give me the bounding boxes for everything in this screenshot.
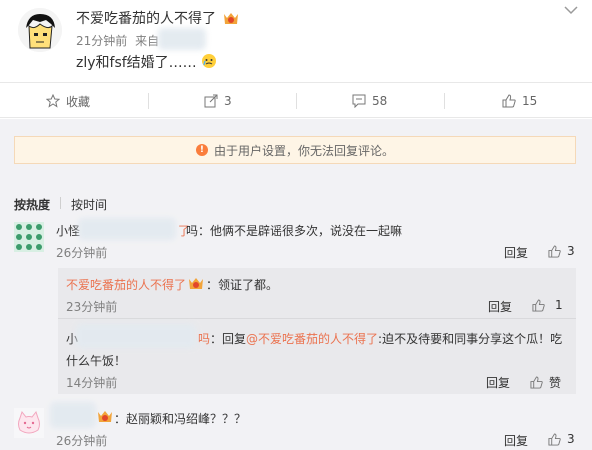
repost-button[interactable]: 3 [204,83,232,119]
post-source-prefix: 来自 [135,34,160,48]
thumbs-up-icon [548,432,561,446]
author-name-row: 不爱吃番茄的人不得了 [76,8,240,28]
author-name[interactable]: 不爱吃番茄的人不得了 [76,11,216,27]
thumbs-up-icon [532,298,545,312]
comment-1-time: 26分钟前 [56,246,108,260]
repost-icon [204,94,218,108]
like-count: 15 [522,94,538,108]
action-bar: 收藏 3 58 15 [0,82,592,118]
sort-divider [60,197,61,209]
comment-1-text: 吗：他俩不是辟谣很多次，说没在一起嘛 [186,224,403,238]
thumbs-up-icon [530,376,543,389]
reply-2-text-line1: :迫不及待要和同事分享这个瓜！吃 [378,332,563,346]
star-icon [46,94,60,108]
pattern-avatar-icon [14,222,44,252]
reply-2-line1: 吗：回复@不爱吃番茄的人不得了:迫不及待要和同事分享这个瓜！吃 [198,330,562,347]
post-text: zly和fsf结婚了…… [76,55,197,71]
comment-2-text: ：赵丽颖和冯绍峰？？？ [114,412,247,426]
cartoon-face-avatar [18,8,62,52]
comment-count: 58 [372,94,388,108]
reply-1-time: 23分钟前 [66,300,118,314]
collect-button[interactable]: 收藏 [46,83,90,119]
author-avatar[interactable] [18,8,62,52]
comment-2-reply-button[interactable]: 回复 [504,432,528,449]
chevron-down-icon[interactable] [564,0,578,19]
sort-by-hot-tab[interactable]: 按热度 [14,196,50,213]
crying-emoji-icon [201,53,217,73]
comment-1-reply-button[interactable]: 回复 [504,244,528,261]
reply-2-name-tail[interactable]: 吗 [198,332,210,346]
vip-badge-icon [187,277,205,294]
post-meta: 21分钟前 来自 [76,32,159,49]
comment-2-like-button[interactable]: 3 [548,432,575,446]
reply-2-prefix: ：回复 [210,332,247,346]
post-text-row: zly和fsf结婚了…… [76,52,217,73]
reply-1-reply-button[interactable]: 回复 [488,298,512,315]
reply-1-like-button[interactable]: 1 [532,298,563,312]
like-button[interactable]: 15 [502,83,537,119]
vip-badge-icon [96,410,114,427]
notice-text: 由于用户设置，你无法回复评论。 [213,143,394,158]
commenter-avatar[interactable] [14,408,44,438]
reply-divider [58,318,576,319]
comment-1-like-count: 3 [567,244,575,258]
reply-2-like-button[interactable]: 赞 [530,374,561,391]
reply-2-like-label: 赞 [549,376,562,390]
reply-2-reply-button[interactable]: 回复 [486,374,510,391]
comment-2-like-count: 3 [567,432,575,446]
repost-count: 3 [224,94,232,108]
comment-icon [352,94,366,108]
comment-button[interactable]: 58 [352,83,387,119]
reply-2-time: 14分钟前 [66,376,118,390]
comment-2-time: 26分钟前 [56,434,108,448]
commenter-avatar[interactable] [14,222,44,252]
reply-1-name[interactable]: 不爱吃番茄的人不得了 [66,278,186,292]
blurred-username [50,402,96,428]
comment-1-like-button[interactable]: 3 [548,244,575,258]
blurred-username [76,324,196,348]
reply-1-like-count: 1 [555,298,563,312]
reply-1-text: ：领证了都。 [206,278,279,292]
sort-by-time-tab[interactable]: 按时间 [71,196,107,213]
comment-2-row: ：赵丽颖和冯绍峰？？？ [96,410,246,427]
vip-badge-icon [222,12,240,26]
reply-2-text-line2: 什么午饭！ [66,354,127,368]
info-icon: ! [195,144,208,156]
thumbs-up-icon [548,244,561,258]
reply-2-mention[interactable]: @不爱吃番茄的人不得了 [246,332,378,346]
reply-1-row: 不爱吃番茄的人不得了 ：领证了都。 [66,276,278,294]
pink-cat-avatar-icon [14,408,44,438]
post-time: 21分钟前 [76,34,128,48]
blurred-source [158,28,206,50]
reply-restricted-notice: ! 由于用户设置，你无法回复评论。 [14,136,576,164]
collect-label: 收藏 [66,94,91,109]
thumbs-up-icon [502,94,516,108]
comment-1-name[interactable]: 小怪 [56,222,80,239]
blurred-username [78,218,176,240]
